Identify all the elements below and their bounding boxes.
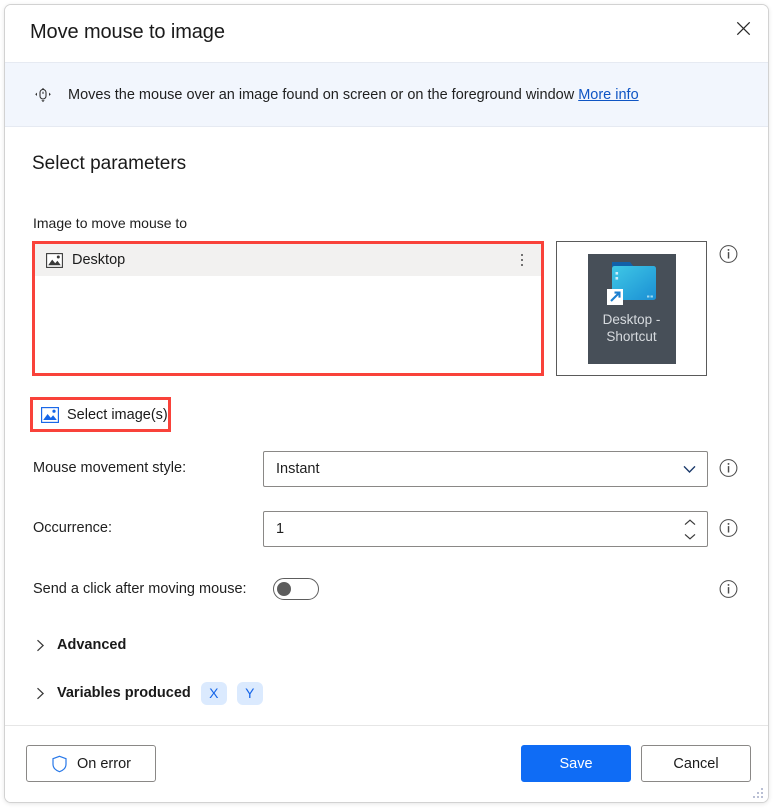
move-mouse-icon bbox=[31, 83, 55, 107]
send-click-info-icon[interactable] bbox=[719, 580, 738, 599]
folder-shortcut-icon bbox=[606, 261, 656, 305]
description-banner: Moves the mouse over an image found on s… bbox=[5, 62, 768, 127]
image-thumbnail: Desktop - Shortcut bbox=[587, 253, 676, 364]
picture-icon bbox=[46, 252, 63, 269]
banner-description: Moves the mouse over an image found on s… bbox=[68, 86, 575, 103]
dialog-body: Select parameters Image to move mouse to… bbox=[5, 127, 768, 728]
field-mouse-movement-style: Mouse movement style: Instant bbox=[5, 451, 768, 487]
list-item[interactable]: Desktop bbox=[35, 244, 541, 276]
image-list-container: Desktop bbox=[32, 241, 544, 376]
page-title: Move mouse to image bbox=[30, 21, 225, 43]
more-info-link[interactable]: More info bbox=[578, 87, 638, 103]
chevron-right-icon bbox=[33, 686, 47, 700]
occurrence-input[interactable]: 1 bbox=[263, 511, 708, 547]
close-button[interactable] bbox=[720, 6, 766, 50]
cancel-button[interactable]: Cancel bbox=[641, 745, 751, 782]
select-images-label: Select image(s) bbox=[67, 406, 168, 423]
occurrence-info-icon[interactable] bbox=[719, 519, 738, 538]
thumbnail-label-line1: Desktop - bbox=[602, 311, 661, 327]
mouse-movement-style-value: Instant bbox=[276, 461, 320, 477]
more-vertical-icon[interactable] bbox=[513, 250, 531, 270]
mouse-movement-style-dropdown[interactable]: Instant bbox=[263, 451, 708, 487]
section-advanced-label: Advanced bbox=[57, 637, 127, 653]
select-images-container: Select image(s) bbox=[30, 397, 171, 432]
resize-grip-icon[interactable] bbox=[750, 785, 763, 798]
spinner-updown-icon bbox=[682, 515, 698, 543]
variable-chip-y[interactable]: Y bbox=[236, 681, 263, 705]
mouse-movement-style-info-icon[interactable] bbox=[719, 459, 738, 478]
save-button[interactable]: Save bbox=[521, 745, 631, 782]
section-variables-produced-label: Variables produced bbox=[57, 685, 191, 701]
image-preview-panel: Desktop - Shortcut bbox=[556, 241, 707, 376]
dialog-window: Move mouse to image Moves the mouse over… bbox=[4, 4, 769, 803]
thumbnail-label-line2: Shortcut bbox=[606, 328, 657, 344]
cancel-label: Cancel bbox=[673, 755, 719, 772]
field-occurrence: Occurrence: 1 bbox=[5, 511, 768, 547]
chevron-down-icon[interactable] bbox=[682, 462, 696, 476]
thumbnail-label: Desktop - Shortcut bbox=[588, 311, 676, 345]
toggle-knob bbox=[277, 582, 291, 596]
on-error-label: On error bbox=[77, 755, 131, 772]
field-label: Mouse movement style: bbox=[33, 460, 187, 476]
close-icon bbox=[736, 21, 750, 35]
select-images-button[interactable]: Select image(s) bbox=[33, 400, 168, 429]
occurrence-value: 1 bbox=[276, 521, 285, 537]
send-click-toggle[interactable] bbox=[273, 578, 319, 600]
variable-chip-x[interactable]: X bbox=[200, 681, 227, 705]
shield-icon bbox=[51, 755, 68, 773]
field-label: Occurrence: bbox=[33, 520, 112, 536]
dialog-footer: On error Save Cancel bbox=[5, 725, 768, 802]
field-send-click-after-moving: Send a click after moving mouse: bbox=[5, 572, 768, 606]
section-title: Select parameters bbox=[32, 153, 187, 174]
title-bar: Move mouse to image bbox=[5, 5, 768, 62]
on-error-button[interactable]: On error bbox=[26, 745, 156, 782]
image-list[interactable]: Desktop bbox=[35, 244, 541, 373]
field-label: Send a click after moving mouse: bbox=[33, 581, 247, 597]
picture-icon bbox=[41, 406, 59, 424]
image-field-label: Image to move mouse to bbox=[33, 215, 188, 231]
chevron-right-icon bbox=[33, 638, 47, 652]
save-label: Save bbox=[559, 755, 593, 772]
section-advanced[interactable]: Advanced bbox=[33, 633, 126, 657]
section-variables-produced[interactable]: Variables produced X Y bbox=[33, 681, 263, 705]
preview-info-icon[interactable] bbox=[719, 245, 738, 264]
list-item-label: Desktop bbox=[72, 252, 126, 268]
spinner-up-button[interactable] bbox=[684, 517, 696, 528]
spinner-down-button[interactable] bbox=[684, 531, 696, 542]
